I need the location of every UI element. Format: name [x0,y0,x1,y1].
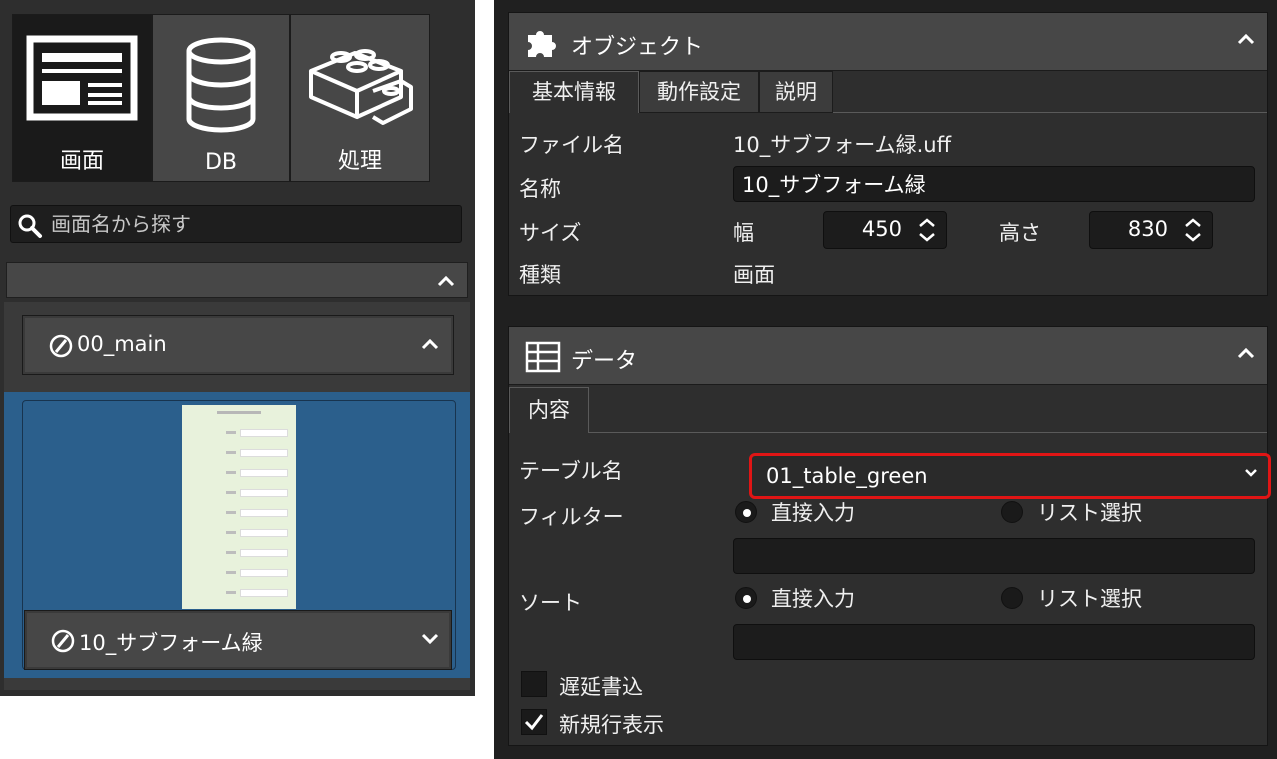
width-stepper[interactable]: 450 [823,211,947,249]
tab-behavior[interactable]: 動作設定 [639,71,759,113]
kind-label: 種類 [519,263,561,287]
screen-item-00-main[interactable]: 00_main [22,315,454,375]
screen-layout-icon [26,35,138,121]
show-new-row-checkbox[interactable] [521,709,547,735]
tab-basic-info[interactable]: 基本情報 [509,71,639,113]
sort-field[interactable] [733,624,1255,660]
sort-list-radio[interactable] [1001,587,1023,609]
chevron-up-icon[interactable] [1237,347,1255,359]
object-section-title: オブジェクト [571,35,704,60]
blocks-icon [309,49,413,125]
screen-item-10-subform-green[interactable]: 10_サブフォーム緑 [24,610,452,670]
screen-item-name: 10_サブフォーム緑 [79,631,263,655]
height-value: 830 [1127,217,1168,241]
chevron-down-icon[interactable] [421,633,439,645]
name-input[interactable] [734,167,1254,201]
name-label: 名称 [519,177,561,201]
mode-screen-label: 画面 [59,149,104,174]
filter-label: フィルター [519,505,624,529]
delayed-write-label: 遅延書込 [559,675,643,699]
screen-navigator-panel: 画面 DB 処理 画面名から探す 00_main 10_サブフォーム緑 [0,0,475,696]
tab-description[interactable]: 説明 [759,71,833,113]
stepper-arrows-icon[interactable] [912,215,942,245]
screen-group-header[interactable] [6,262,468,298]
table-icon [525,341,561,373]
property-panel: オブジェクト 基本情報 動作設定 説明 ファイル名 10_サブフォーム緑.uff… [494,0,1277,759]
sort-label: ソート [519,591,582,615]
screen-item-icon [49,334,73,358]
mode-db-button[interactable]: DB [152,14,290,182]
sort-direct-label: 直接入力 [771,587,855,611]
filter-direct-radio[interactable] [735,501,757,523]
object-tabs: 基本情報 動作設定 説明 [509,71,1267,113]
screen-item-icon [51,629,75,653]
file-name-value: 10_サブフォーム緑.uff [733,133,952,157]
kind-value: 画面 [733,263,775,287]
database-icon [186,37,256,133]
width-label: 幅 [733,221,754,245]
name-field[interactable] [733,166,1255,202]
height-stepper[interactable]: 830 [1089,211,1213,249]
filter-field[interactable] [733,538,1255,574]
show-new-row-label: 新規行表示 [559,713,664,737]
filter-list-radio[interactable] [1001,501,1023,523]
chevron-up-icon[interactable] [421,338,439,350]
mode-screen-button[interactable]: 画面 [12,14,152,182]
width-value: 450 [861,217,902,241]
chevron-up-icon[interactable] [437,275,455,287]
search-input[interactable] [51,209,451,239]
filter-input[interactable] [734,539,1254,573]
data-section-title: データ [571,349,638,374]
tab-content[interactable]: 内容 [509,387,589,433]
sort-list-label: リスト選択 [1037,587,1142,611]
checkmark-icon [524,714,544,731]
chevron-down-icon[interactable] [1244,468,1258,478]
data-section: データ 内容 テーブル名 01_table_green フィルター 直接入力 リ… [508,326,1271,746]
screen-search-box[interactable] [10,205,462,243]
mode-process-label: 処理 [337,149,382,174]
height-label: 高さ [999,221,1041,245]
data-tabs: 内容 [509,387,1267,433]
table-name-label: テーブル名 [519,459,623,483]
delayed-write-checkbox[interactable] [521,671,547,697]
stepper-arrows-icon[interactable] [1178,215,1208,245]
object-section: オブジェクト 基本情報 動作設定 説明 ファイル名 10_サブフォーム緑.uff… [508,12,1268,296]
filter-direct-label: 直接入力 [771,501,855,525]
table-name-value: 01_table_green [766,464,928,488]
size-label: サイズ [519,221,582,245]
filter-list-label: リスト選択 [1037,501,1142,525]
sort-input[interactable] [734,625,1254,659]
chevron-up-icon[interactable] [1237,33,1255,45]
mode-process-button[interactable]: 処理 [290,14,430,182]
object-section-header[interactable]: オブジェクト [509,13,1267,71]
data-section-header[interactable]: データ [509,327,1267,385]
puzzle-icon [528,31,556,57]
mode-db-label: DB [204,150,238,175]
screen-thumbnail[interactable] [182,405,296,609]
search-icon [18,214,42,238]
screen-item-name: 00_main [77,332,167,356]
sort-direct-radio[interactable] [735,587,757,609]
table-name-select[interactable]: 01_table_green [749,453,1271,499]
file-name-label: ファイル名 [519,133,624,157]
